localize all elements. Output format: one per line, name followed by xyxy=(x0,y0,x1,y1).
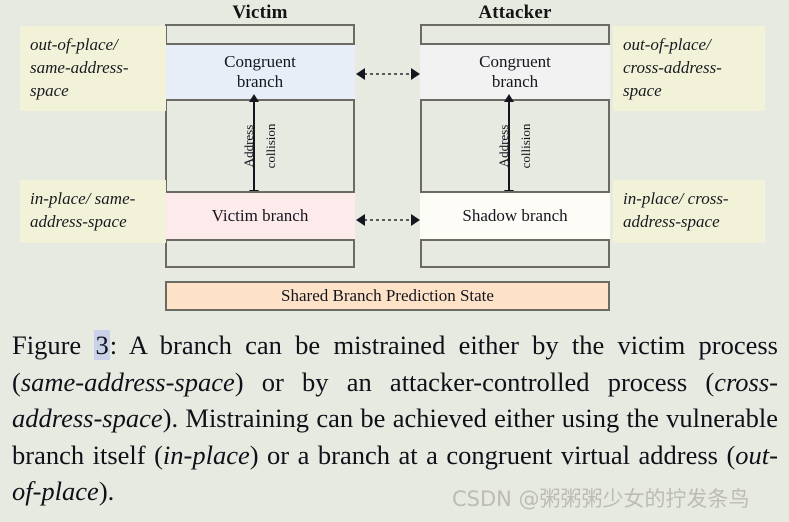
caption-text-4: ) or a branch at a congruent virtual add… xyxy=(249,439,736,470)
shared-branch-prediction-state-label: Shared Branch Prediction State xyxy=(281,286,494,305)
attacker-congruent-branch-box: Congruent branch xyxy=(420,43,610,101)
congruent-branch-connector-arrow-icon xyxy=(356,68,420,80)
process-column-attacker: Congruent branch Address collision Shado… xyxy=(420,24,610,268)
figure-caption: Figure 3: A branch can be mistrained eit… xyxy=(12,327,778,510)
caption-term-in-place: in-place xyxy=(162,439,250,470)
caption-text-2: ) or by an attacker-controlled process ( xyxy=(234,366,715,397)
attacker-address-collision-label-line2: collision xyxy=(518,123,533,169)
annotation-in-place-same-address-space: in-place/ same-address-space xyxy=(20,180,166,243)
victim-congruent-branch-box: Congruent branch xyxy=(165,43,355,101)
caption-figure-number: 3 xyxy=(94,330,110,360)
caption-term-same-address-space: same-address-space xyxy=(20,366,235,397)
caption-prefix: Figure xyxy=(12,330,95,360)
shared-branch-prediction-state-bar: Shared Branch Prediction State xyxy=(165,281,610,311)
victim-branch-box: Victim branch xyxy=(165,191,355,241)
caption-text-5: ). xyxy=(98,476,115,507)
victim-branch-label: Victim branch xyxy=(211,205,309,225)
victim-address-collision-label-line2: collision xyxy=(263,123,278,169)
annotation-out-of-place-cross-address-space: out-of-place/ cross-address-space xyxy=(613,26,765,112)
attacker-address-collision-group: Address collision xyxy=(482,94,552,198)
annotation-in-place-cross-address-space: in-place/ cross-address-space xyxy=(613,180,765,243)
figure-container: Victim Attacker Congruent branch Address… xyxy=(0,0,789,522)
attacker-congruent-branch-label: Congruent branch xyxy=(479,51,551,91)
process-column-victim: Congruent branch Address collision Victi… xyxy=(165,24,355,268)
shadow-branch-box: Shadow branch xyxy=(420,191,610,241)
column-heading-victim: Victim xyxy=(232,2,288,23)
annotation-out-of-place-same-address-space: out-of-place/ same-address-space xyxy=(20,26,166,112)
victim-congruent-branch-label: Congruent branch xyxy=(224,51,296,91)
target-branch-connector-arrow-icon xyxy=(356,214,420,226)
column-heading-attacker: Attacker xyxy=(478,2,552,23)
shadow-branch-label: Shadow branch xyxy=(462,205,568,225)
victim-address-collision-group: Address collision xyxy=(227,94,297,198)
